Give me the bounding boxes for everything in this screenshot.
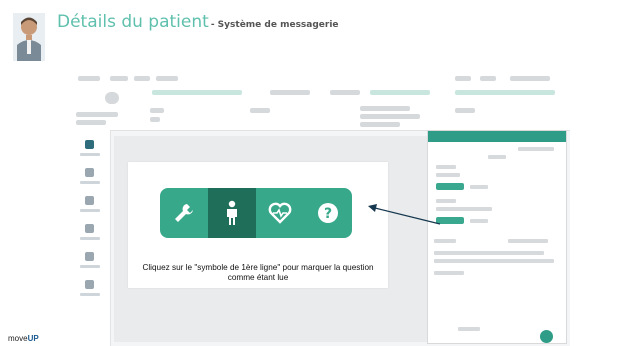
- slide: Détails du patient - Système de messageri…: [0, 0, 623, 346]
- brand-logo: moveUP: [8, 334, 39, 343]
- pointer-arrow: [368, 204, 441, 225]
